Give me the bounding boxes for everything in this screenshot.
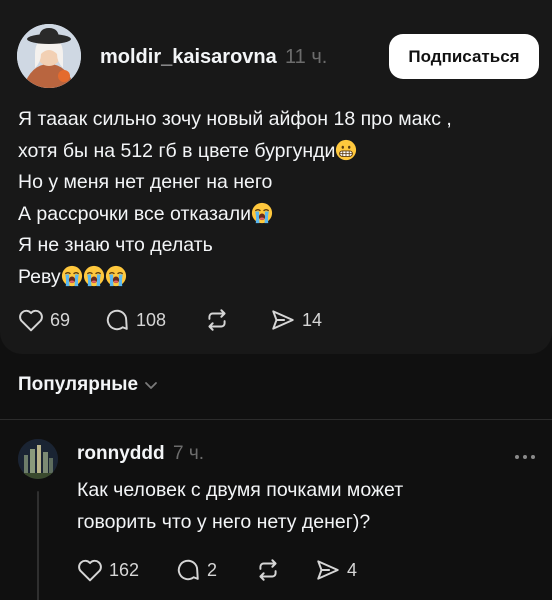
- author-avatar[interactable]: [17, 24, 81, 88]
- sort-label: Популярные: [18, 374, 139, 395]
- repost-icon: [259, 559, 277, 581]
- post-text-line: Но у меня нет денег на него: [18, 171, 273, 194]
- more-dots-icon: [515, 455, 535, 459]
- grimacing-face-icon: [335, 139, 357, 161]
- reply-share-button[interactable]: 4: [315, 557, 357, 583]
- sort-dropdown[interactable]: Популярные: [18, 374, 158, 396]
- reply-like-count: 162: [109, 559, 140, 580]
- more-options-button[interactable]: [514, 448, 536, 466]
- reply-username[interactable]: ronnyddd: [77, 443, 165, 465]
- loudly-crying-face-icon: [105, 265, 127, 287]
- heart-icon: [19, 309, 43, 332]
- reply-timestamp: 7 ч.: [173, 443, 205, 464]
- share-count: 14: [302, 309, 323, 330]
- reply-comment-count: 2: [207, 559, 218, 580]
- post-text: Я тааак сильно зочу новый айфон 18 про м…: [18, 104, 538, 294]
- like-count: 69: [50, 309, 71, 330]
- post-actions: 69 108 14: [18, 305, 322, 335]
- reply-share-count: 4: [347, 559, 358, 580]
- reply-repost-button[interactable]: [255, 557, 315, 583]
- divider: [0, 419, 552, 420]
- repost-icon: [208, 309, 226, 331]
- reply-like-button[interactable]: 162: [77, 558, 175, 582]
- comment-bubble-icon: [106, 309, 128, 331]
- post-text-line: хотя бы на 512 гб в цвете бургунди: [18, 136, 538, 168]
- reply-text: Как человек с двумя почками может говори…: [77, 475, 537, 538]
- thread-line: [37, 491, 39, 600]
- heart-icon: [78, 559, 102, 582]
- reply-comment-button[interactable]: 2: [175, 557, 255, 583]
- post-text-line: Я не знаю что делать: [18, 234, 213, 257]
- post-text-line: Реву: [18, 262, 538, 294]
- like-button[interactable]: 69: [18, 308, 104, 332]
- reply-text-line: Как человек с двумя почками может: [77, 479, 404, 501]
- loudly-crying-face-icon: [251, 202, 273, 224]
- loudly-crying-face-icon: [83, 265, 105, 287]
- loudly-crying-face-icon: [61, 265, 83, 287]
- send-icon: [317, 560, 339, 580]
- repost-button[interactable]: [204, 307, 270, 333]
- author-username[interactable]: moldir_kaisarovna: [100, 46, 277, 69]
- post-text-line: А рассрочки все отказали: [18, 199, 538, 231]
- post-timestamp: 11 ч.: [285, 46, 328, 68]
- chevron-down-icon: [145, 382, 157, 389]
- share-button[interactable]: 14: [270, 307, 322, 333]
- follow-button[interactable]: Подписаться: [389, 34, 539, 79]
- post-text-line: Я тааак сильно зочу новый айфон 18 про м…: [18, 108, 452, 130]
- reply-avatar[interactable]: [18, 439, 58, 479]
- post-card: moldir_kaisarovna 11 ч. Подписаться Я та…: [0, 0, 552, 354]
- comment-count: 108: [136, 309, 167, 330]
- comment-button[interactable]: 108: [104, 307, 204, 333]
- comment-bubble-icon: [177, 559, 199, 581]
- send-icon: [272, 310, 294, 330]
- reply-text-line: говорить что у него нету денег)?: [77, 510, 371, 533]
- reply-actions: 162 2 4: [77, 555, 357, 585]
